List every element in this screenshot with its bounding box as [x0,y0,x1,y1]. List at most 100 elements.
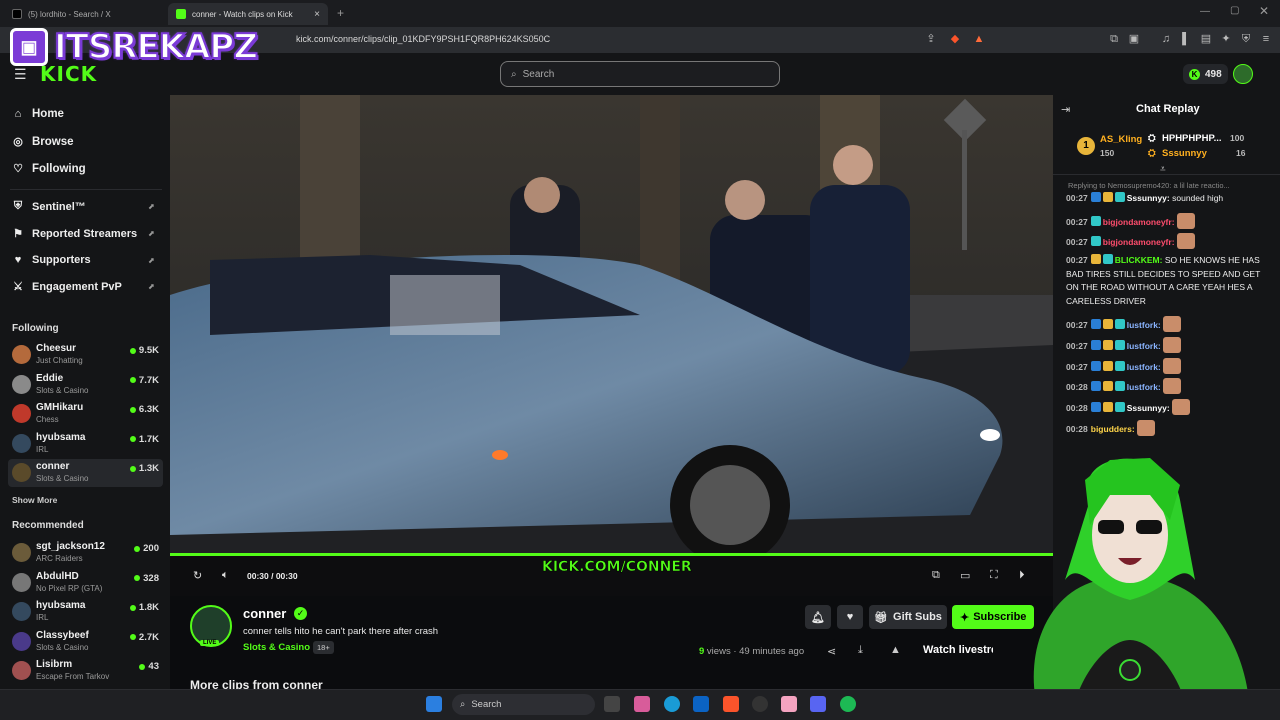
message-time: 00:27 [1066,255,1088,266]
search-icon: ⌕ [460,699,466,710]
leo-icon[interactable]: ✦ [1220,33,1232,45]
spotify-icon[interactable] [840,696,856,712]
badge-icon [1090,339,1101,350]
copilot-icon[interactable] [634,696,650,712]
brave-icon[interactable] [723,696,739,712]
top-gifter-name[interactable]: AS_Kling [1100,134,1142,145]
theater-icon[interactable]: ▭ [960,569,970,582]
browser-tab-kick[interactable]: conner - Watch clips on Kick × [168,3,328,25]
channel-item[interactable]: Cheesur Just Chatting 9.5K [8,341,163,369]
sidebar-item-supporters[interactable]: ♥ Supporters [12,254,91,266]
channel-item[interactable]: conner Slots & Casino 1.3K [8,459,163,487]
vpn-icon[interactable]: ⛨ [1240,33,1252,45]
message-username[interactable]: BLICKKEM: [1115,255,1165,265]
message-username[interactable]: bigjondamoneyfr: [1103,237,1177,247]
pip-icon[interactable]: ⧉ [932,569,940,582]
report-icon[interactable]: ▲ [890,644,901,656]
gift-subs-button[interactable]: 🎁︎ Gift Subs [869,605,947,629]
channel-category: Slots & Casino [36,385,89,395]
task-view-icon[interactable] [604,696,620,712]
message-username[interactable]: bigjondamoneyfr: [1103,217,1177,227]
message-time: 00:27 [1066,193,1088,203]
channel-name: conner [36,461,70,472]
playback-time: 00:30 / 00:30 [247,571,298,581]
wallet-icon[interactable]: ▤ [1200,33,1212,45]
message-username[interactable]: bigudders: [1091,424,1137,434]
sidebar-icon[interactable]: ▌ [1180,33,1192,45]
channel-avatar [12,602,31,621]
chat-message: 00:27 lustfork: [1066,336,1271,354]
sidebar-item-browse[interactable]: ◎ Browse [12,135,73,149]
follow-heart-icon[interactable]: ♥ [837,605,863,629]
obs-icon[interactable] [752,696,768,712]
share-icon[interactable]: ⇪ [925,33,937,45]
brave-shield-icon[interactable]: ◆ [949,33,961,45]
badge-icon [1102,254,1113,265]
sidebar-item-following[interactable]: ♡ Following [12,162,86,176]
badge-icon [1090,319,1101,330]
menu-icon[interactable]: ≡ [1260,33,1272,45]
collapse-chat-icon[interactable]: ⇥ [1061,103,1070,116]
maximize-icon[interactable]: ▢ [1230,5,1239,16]
age-badge: 18+ [313,641,334,654]
app-icon[interactable] [781,696,797,712]
flag-icon: ⚑ [13,228,23,240]
channel-item[interactable]: Lisibrm Escape From Tarkov 43 [8,657,163,685]
taskbar-search-input[interactable]: ⌕ Search [452,694,595,715]
channel-name[interactable]: conner [243,606,286,621]
message-username[interactable]: lustfork: [1127,362,1163,372]
channel-item[interactable]: hyubsama IRL 1.7K [8,430,163,458]
channel-item[interactable]: Classybeef Slots & Casino 2.7K [8,628,163,656]
top-gifter-name[interactable]: Sssunnyy [1162,148,1207,159]
sidebar-item-home[interactable]: ⌂ Home [12,108,64,120]
channel-item[interactable]: sgt_jackson12 ARC Raiders 200 [8,539,163,567]
new-tab-button[interactable]: + [337,6,344,20]
search-input[interactable]: ⌕ Search [500,61,780,87]
rewards-icon[interactable]: ▲ [973,33,985,45]
channel-avatar [12,404,31,423]
video-player[interactable] [170,95,1053,556]
message-username[interactable]: lustfork: [1127,382,1163,392]
share-icon[interactable]: ⋖ [827,645,836,658]
download-icon[interactable]: ⤓ [858,644,863,657]
channel-item[interactable]: hyubsama IRL 1.8K [8,598,163,626]
channel-item[interactable]: AbdulHD No Pixel RP (GTA) 328 [8,569,163,597]
channel-item[interactable]: GMHikaru Chess 6.3K [8,400,163,428]
browser-tab-x[interactable]: (5) lordhito - Search / X [4,3,168,25]
url-text[interactable]: kick.com/conner/clips/clip_01KDFY9PSH1FQ… [296,34,550,44]
discord-icon[interactable] [810,696,826,712]
media-icon[interactable]: ♫ [1160,33,1172,45]
sidebar-item-engagement[interactable]: ⚔ Engagement PvP [12,280,122,294]
message-username[interactable]: Sssunnyy: [1127,193,1172,203]
sidebar-item-reported[interactable]: ⚑ Reported Streamers [12,227,137,241]
emote-icon [1163,357,1182,374]
badge-icon [1114,360,1125,371]
message-username[interactable]: lustfork: [1127,341,1163,351]
extensions-icon[interactable]: ⧉ [1108,33,1120,45]
tab-icon[interactable]: ▣ [1128,33,1140,45]
sidebar-item-sentinel[interactable]: ⛨ Sentinel™ [12,200,86,213]
notification-bell-icon[interactable]: 🔔︎ [805,605,831,629]
category-link[interactable]: Slots & Casino [243,642,310,653]
replay-icon[interactable]: ↻ [193,569,202,582]
close-window-icon[interactable]: ✕ [1259,4,1269,18]
tab-label: (5) lordhito - Search / X [28,9,111,19]
minimize-icon[interactable]: — [1200,6,1210,17]
volume-icon[interactable]: 🔈︎ [222,569,229,582]
message-username[interactable]: lustfork: [1127,320,1163,330]
search-placeholder: Search [522,68,555,80]
message-username[interactable]: Sssunnyy: [1127,403,1172,413]
show-more-button[interactable]: Show More [12,495,57,505]
windows-start-icon[interactable] [426,696,442,712]
hamburger-menu-icon[interactable]: ☰ [14,66,27,83]
store-icon[interactable] [693,696,709,712]
message-time: 00:27 [1066,237,1088,248]
top-gifter-name[interactable]: HPHPHPHP... [1162,133,1221,144]
edge-icon[interactable] [664,696,680,712]
kick-points-badge[interactable]: K 498 [1183,64,1228,84]
progress-bar[interactable] [170,553,1053,556]
user-avatar[interactable] [1233,64,1253,84]
video-frame [170,95,1053,556]
channel-item[interactable]: Eddie Slots & Casino 7.7K [8,371,163,399]
close-tab-icon[interactable]: × [314,9,320,20]
